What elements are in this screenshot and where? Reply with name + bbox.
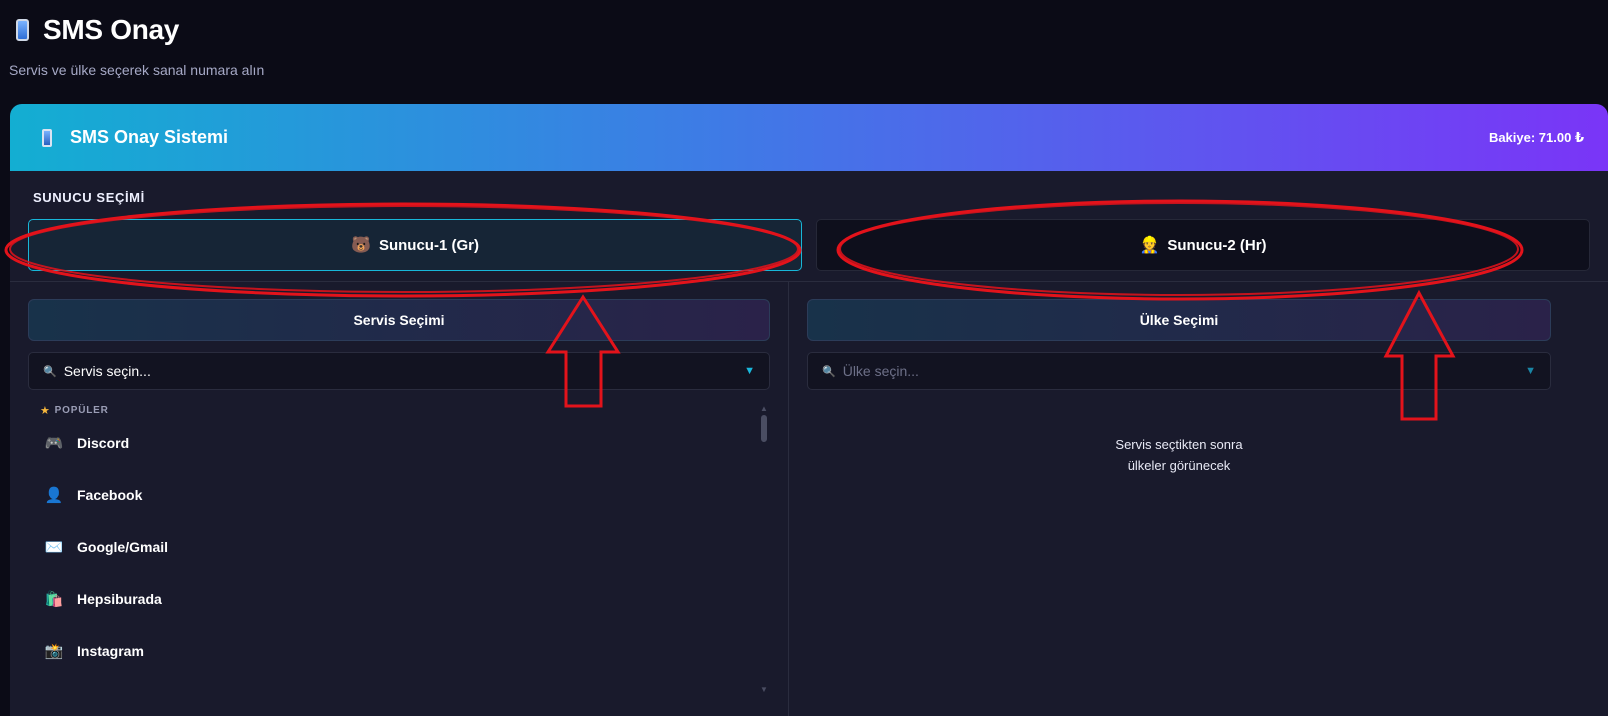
star-icon: ★ — [40, 405, 51, 417]
country-column: Ülke Seçimi 🔍 Ülke seçin... ▼ Servis seç… — [807, 299, 1551, 476]
server-section: SUNUCU SEÇİMİ 🐻 Sunucu-1 (Gr) 👷 Sunucu-2… — [10, 171, 1608, 271]
service-item-label: Google/Gmail — [77, 539, 169, 555]
service-item-instagram[interactable]: 📸 Instagram — [28, 625, 770, 677]
service-item-facebook[interactable]: 👤 Facebook — [28, 469, 770, 521]
service-title: Servis Seçimi — [28, 299, 770, 341]
server-1-button[interactable]: 🐻 Sunucu-1 (Gr) — [28, 219, 802, 271]
section-divider — [10, 281, 1608, 282]
page-title: SMS Onay — [10, 14, 264, 46]
page-header: SMS Onay Servis ve ülke seçerek sanal nu… — [9, 14, 265, 78]
search-icon: 🔍 — [822, 365, 836, 378]
mobile-phone-icon — [42, 128, 52, 147]
search-icon: 🔍 — [43, 365, 57, 378]
country-title: Ülke Seçimi — [807, 299, 1551, 341]
mobile-phone-icon — [16, 19, 29, 41]
page-title-text: SMS Onay — [43, 14, 180, 45]
dropdown-caret-icon: ▼ — [744, 365, 755, 377]
country-empty-line-1: Servis seçtikten sonra — [1115, 437, 1243, 452]
country-select[interactable]: 🔍 Ülke seçin... ▼ — [807, 352, 1551, 390]
country-empty-message: Servis seçtikten sonra ülkeler görünecek — [807, 434, 1551, 476]
scroll-down-arrow-icon[interactable]: ▼ — [760, 685, 768, 694]
service-list: ★ POPÜLER 🎮 Discord 👤 Facebook ✉️ Google… — [28, 404, 770, 704]
scroll-up-arrow-icon[interactable]: ▲ — [760, 404, 768, 413]
server-2-label: Sunucu-2 (Hr) — [1167, 236, 1267, 254]
user-icon: 👤 — [44, 487, 64, 504]
service-item-discord[interactable]: 🎮 Discord — [28, 417, 770, 469]
balance-label: Bakiye: 71.00 ₺ — [1488, 129, 1584, 145]
service-list-scrollbar[interactable]: ▲ ▼ — [760, 404, 768, 694]
card-header-title: SMS Onay Sistemi — [42, 127, 228, 148]
popular-group-text: POPÜLER — [54, 405, 109, 416]
country-empty-line-2: ülkeler görünecek — [1127, 458, 1231, 473]
server-1-label: Sunucu-1 (Gr) — [378, 236, 479, 254]
service-item-label: Facebook — [77, 487, 143, 503]
server-options: 🐻 Sunucu-1 (Gr) 👷 Sunucu-2 (Hr) — [28, 219, 1590, 271]
country-select-placeholder: Ülke seçin... — [842, 363, 919, 379]
card-title: SMS Onay Sistemi — [70, 127, 229, 147]
service-column: Servis Seçimi 🔍 Servis seçin... ▼ ★ POPÜ… — [28, 299, 770, 704]
service-item-label: Discord — [77, 435, 130, 451]
service-item-label: Instagram — [77, 643, 144, 659]
column-divider — [788, 282, 789, 716]
dropdown-caret-icon: ▼ — [1525, 365, 1536, 377]
server-section-label: SUNUCU SEÇİMİ — [33, 190, 145, 205]
card-header: SMS Onay Sistemi Bakiye: 71.00 ₺ — [10, 104, 1608, 171]
page-subtitle: Servis ve ülke seçerek sanal numara alın — [9, 62, 265, 78]
service-item-label: Hepsiburada — [77, 591, 162, 607]
server-2-button[interactable]: 👷 Sunucu-2 (Hr) — [816, 219, 1590, 271]
service-item-hepsiburada[interactable]: 🛍️ Hepsiburada — [28, 573, 770, 625]
envelope-icon: ✉️ — [44, 539, 64, 556]
camera-icon: 📸 — [44, 643, 64, 660]
shopping-bags-icon: 🛍️ — [44, 591, 64, 608]
service-select[interactable]: 🔍 Servis seçin... ▼ — [28, 352, 770, 390]
sms-card: SMS Onay Sistemi Bakiye: 71.00 ₺ SUNUCU … — [10, 104, 1608, 716]
bear-icon: 🐻 — [351, 237, 371, 254]
service-item-google[interactable]: ✉️ Google/Gmail — [28, 521, 770, 573]
construction-worker-icon: 👷 — [1139, 237, 1160, 254]
scroll-thumb[interactable] — [761, 415, 767, 442]
game-controller-icon: 🎮 — [44, 435, 64, 452]
service-select-value: Servis seçin... — [63, 363, 151, 379]
popular-group-label: ★ POPÜLER — [40, 404, 770, 417]
